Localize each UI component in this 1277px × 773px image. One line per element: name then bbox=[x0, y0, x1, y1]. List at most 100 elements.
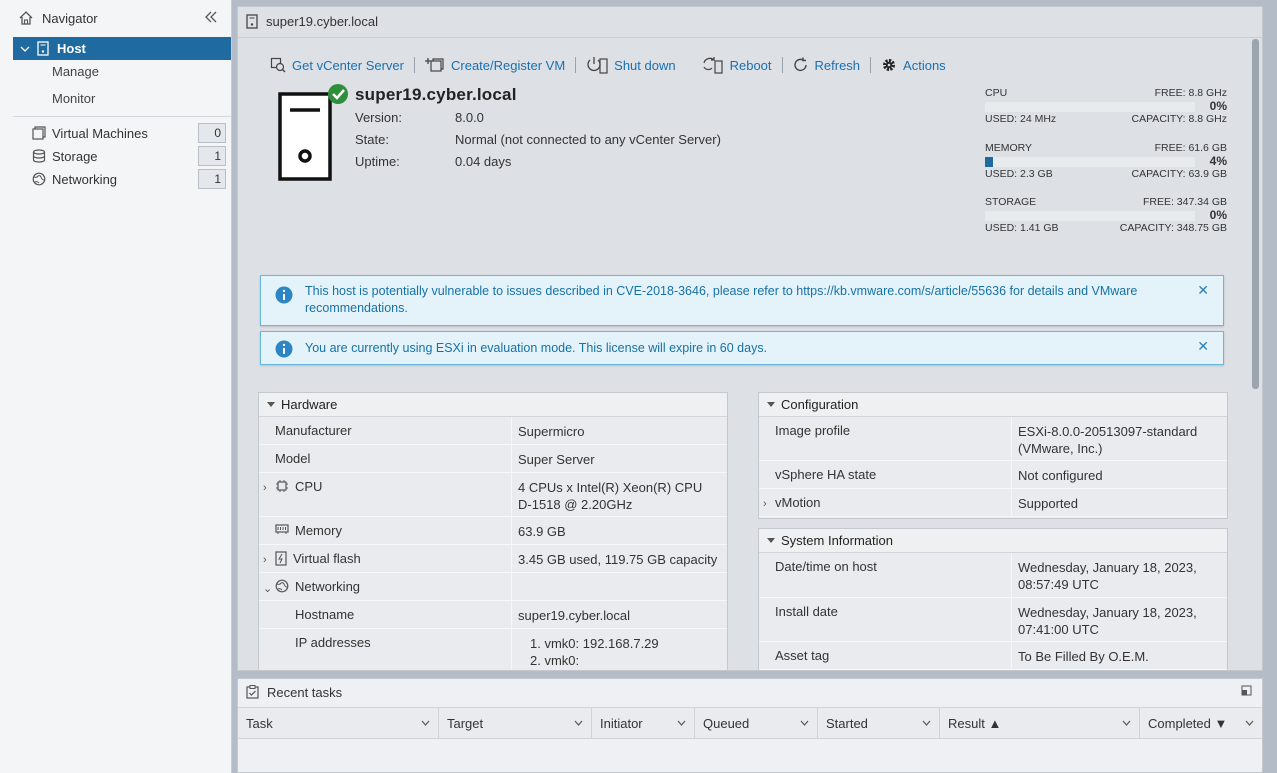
collapse-caret-icon bbox=[767, 402, 775, 407]
usage-bar-fill bbox=[985, 157, 994, 167]
config-row-vmotion[interactable]: › vMotion Supported bbox=[759, 489, 1227, 517]
usage-bar bbox=[985, 157, 1195, 167]
column-label: Initiator bbox=[600, 716, 643, 731]
chevron-down-icon[interactable] bbox=[677, 720, 686, 726]
collapse-navigator-icon[interactable] bbox=[203, 10, 219, 24]
configuration-card: Configuration Image profile ESXi-8.0.0-20… bbox=[758, 392, 1228, 519]
nav-item-monitor[interactable]: Monitor bbox=[52, 91, 95, 106]
chevron-right-icon[interactable]: › bbox=[263, 482, 267, 494]
chevron-down-icon[interactable] bbox=[1122, 720, 1131, 726]
hardware-row-networking[interactable]: ⌄ Networking bbox=[259, 573, 727, 601]
column-completed[interactable]: Completed ▼ bbox=[1140, 708, 1262, 739]
card-title: System Information bbox=[781, 533, 893, 548]
memory-meter: MEMORY FREE: 61.6 GB 4% USED: 2.3 GB CAPAC… bbox=[985, 142, 1227, 181]
recent-tasks-panel: Recent tasks Task Target Initiator Queue… bbox=[237, 678, 1263, 773]
create-register-vm-button[interactable]: Create/Register VM bbox=[425, 57, 565, 73]
resource-percent: 4% bbox=[1209, 154, 1227, 168]
column-result[interactable]: Result ▲ bbox=[940, 708, 1140, 739]
usage-bar bbox=[985, 211, 1195, 221]
nav-item-host[interactable]: Host bbox=[13, 37, 231, 60]
configuration-header[interactable]: Configuration bbox=[759, 393, 1227, 417]
version-value: 8.0.0 bbox=[455, 110, 484, 125]
system-information-header[interactable]: System Information bbox=[759, 529, 1227, 553]
row-key: vMotion bbox=[775, 495, 821, 510]
home-icon bbox=[18, 10, 34, 26]
ip-item: 1. vmk0: 192.168.7.29 bbox=[530, 636, 659, 651]
nav-item-virtual-machines[interactable]: Virtual Machines 0 bbox=[32, 122, 226, 144]
nav-item-networking[interactable]: Networking 1 bbox=[32, 168, 226, 190]
tasks-icon bbox=[246, 685, 259, 699]
column-queued[interactable]: Queued bbox=[695, 708, 818, 739]
reboot-button[interactable]: Reboot bbox=[702, 56, 772, 74]
row-key: Networking bbox=[295, 579, 361, 594]
navigator-header: Navigator bbox=[0, 0, 231, 36]
nav-divider bbox=[13, 116, 231, 117]
column-label: Target bbox=[447, 716, 484, 731]
hardware-card: Hardware Manufacturer Supermicro Model Sup… bbox=[258, 392, 728, 670]
state-info: State: Normal (not connected to any vCent… bbox=[355, 132, 721, 147]
chevron-down-icon[interactable] bbox=[1245, 720, 1254, 726]
resource-name: MEMORY bbox=[985, 142, 1033, 154]
vertical-scrollbar[interactable] bbox=[1252, 39, 1259, 389]
globe-icon bbox=[32, 172, 46, 186]
toolbar-separator bbox=[414, 57, 415, 73]
nav-item-storage[interactable]: Storage 1 bbox=[32, 145, 226, 167]
hardware-header[interactable]: Hardware bbox=[259, 393, 727, 417]
row-key: vSphere HA state bbox=[775, 467, 877, 482]
shut-down-button[interactable]: Shut down bbox=[586, 56, 676, 74]
toolbar-label: Create/Register VM bbox=[451, 57, 566, 73]
row-value: 3.45 GB used, 119.75 GB capacity bbox=[511, 545, 727, 572]
close-alert-button[interactable]: ✕ bbox=[1197, 338, 1209, 355]
flash-icon bbox=[275, 551, 287, 566]
column-label: Queued bbox=[703, 716, 750, 731]
title-divider bbox=[238, 37, 1262, 38]
row-key: Install date bbox=[775, 604, 838, 619]
toolbar-label: Refresh bbox=[814, 57, 861, 73]
row-key: Virtual flash bbox=[293, 551, 361, 566]
refresh-icon bbox=[793, 57, 809, 73]
row-key: Date/time on host bbox=[775, 559, 877, 574]
uptime-value: 0.04 days bbox=[455, 154, 512, 169]
row-key: Memory bbox=[295, 523, 342, 538]
chevron-right-icon[interactable]: › bbox=[763, 498, 767, 510]
chevron-down-icon[interactable] bbox=[800, 720, 809, 726]
resource-used: USED: 24 MHz bbox=[985, 113, 1057, 125]
system-information-card: System Information Date/time on host Wedn… bbox=[758, 528, 1228, 670]
info-icon bbox=[275, 286, 293, 304]
hardware-row-memory: Memory 63.9 GB bbox=[259, 517, 727, 545]
count-badge: 0 bbox=[198, 123, 226, 143]
toolbar-label: Actions bbox=[903, 57, 946, 73]
chevron-down-icon[interactable] bbox=[922, 720, 931, 726]
column-initiator[interactable]: Initiator bbox=[592, 708, 695, 739]
host-summary-panel: super19.cyber.local Get vCenter Server C… bbox=[237, 6, 1263, 671]
chevron-right-icon[interactable]: › bbox=[263, 554, 267, 566]
state-label: State: bbox=[355, 132, 389, 147]
column-label: Task bbox=[246, 716, 273, 731]
column-task[interactable]: Task bbox=[238, 708, 439, 739]
toolbar-separator bbox=[870, 57, 872, 73]
collapse-caret-icon bbox=[267, 402, 275, 407]
chevron-down-icon[interactable] bbox=[19, 43, 31, 55]
close-alert-button[interactable]: ✕ bbox=[1197, 282, 1209, 299]
hardware-row-ip-addresses: IP addresses 1. vmk0: 192.168.7.29 2. vm… bbox=[259, 629, 727, 670]
chevron-down-icon[interactable] bbox=[574, 720, 583, 726]
hardware-row-virtual-flash[interactable]: › Virtual flash 3.45 GB used, 119.75 GB c… bbox=[259, 545, 727, 573]
nav-item-manage[interactable]: Manage bbox=[52, 64, 99, 79]
row-value: Supported bbox=[1011, 489, 1227, 516]
get-vcenter-button[interactable]: Get vCenter Server bbox=[270, 57, 404, 73]
reboot-icon bbox=[702, 56, 724, 74]
row-value: To Be Filled By O.E.M. bbox=[1011, 642, 1227, 669]
chevron-down-icon[interactable] bbox=[421, 720, 430, 726]
row-value: Wednesday, January 18, 2023, 08:57:49 UT… bbox=[1011, 553, 1227, 597]
column-started[interactable]: Started bbox=[818, 708, 940, 739]
card-title: Configuration bbox=[781, 397, 859, 412]
host-icon bbox=[246, 13, 258, 29]
refresh-button[interactable]: Refresh bbox=[793, 57, 861, 73]
hardware-row-cpu[interactable]: › CPU 4 CPUs x Intel(R) Xeon(R) CPU D-151… bbox=[259, 473, 727, 517]
maximize-icon[interactable] bbox=[1241, 685, 1252, 696]
nav-label: Virtual Machines bbox=[52, 125, 148, 141]
chevron-down-icon[interactable]: ⌄ bbox=[263, 582, 272, 595]
host-icon bbox=[37, 41, 49, 56]
actions-button[interactable]: Actions bbox=[881, 57, 946, 73]
column-target[interactable]: Target bbox=[439, 708, 592, 739]
